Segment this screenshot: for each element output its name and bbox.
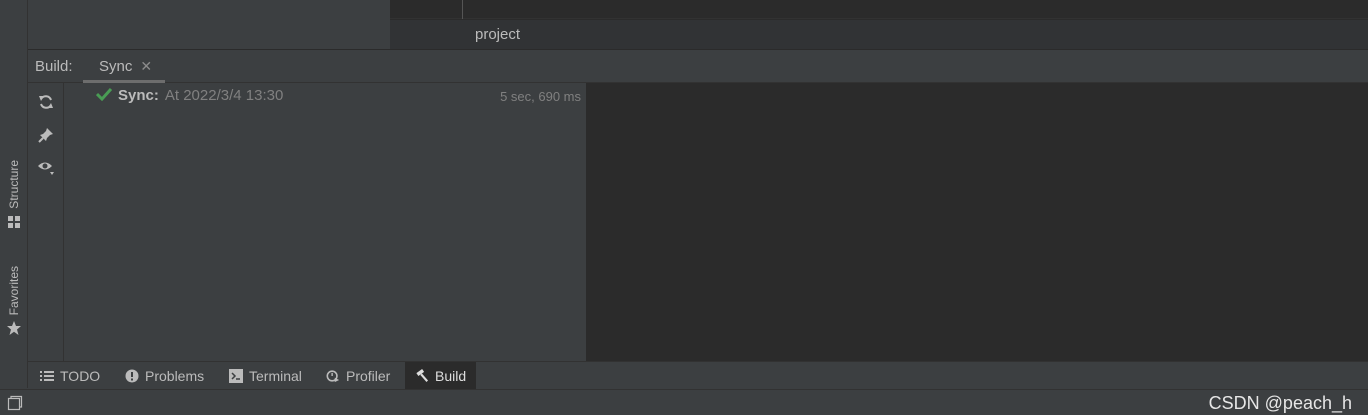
list-item[interactable]: Sync: At 2022/3/4 13:30 — [95, 87, 284, 104]
sync-node-name: Sync: — [118, 87, 159, 104]
tab-sync-label: Sync — [99, 58, 133, 75]
sync-node-timestamp: At 2022/3/4 13:30 — [164, 87, 284, 104]
tab-build-label: Build — [435, 368, 467, 384]
build-window-title: Build: — [35, 58, 73, 75]
tab-build[interactable]: Build — [405, 362, 477, 390]
terminal-icon — [229, 369, 243, 383]
tab-profiler-label: Profiler — [346, 368, 391, 384]
tab-problems[interactable]: Problems — [115, 362, 214, 390]
tab-terminal-label: Terminal — [249, 368, 302, 384]
tab-terminal[interactable]: Terminal — [219, 362, 312, 390]
build-tree: Sync: At 2022/3/4 13:30 5 sec, 690 ms — [64, 83, 586, 361]
structure-icon — [7, 215, 21, 229]
left-tool-strip: Structure Favorites — [0, 0, 28, 388]
tab-profiler[interactable]: Profiler — [316, 362, 400, 390]
close-icon[interactable]: ✕ — [140, 58, 152, 74]
tab-problems-label: Problems — [145, 368, 205, 384]
pin-icon[interactable] — [36, 125, 56, 145]
profiler-icon — [326, 369, 340, 383]
editor-gutter-divider — [462, 0, 463, 19]
structure-tab-label: Structure — [7, 160, 21, 209]
breadcrumb-project[interactable]: project — [475, 26, 520, 43]
build-toolbar — [28, 83, 64, 361]
info-icon — [125, 369, 139, 383]
breadcrumb-bar: project — [390, 19, 1368, 49]
tab-sync[interactable]: Sync ✕ — [83, 50, 168, 83]
checkmark-icon — [95, 87, 113, 104]
sync-duration: 5 sec, 690 ms — [500, 89, 581, 104]
star-icon — [7, 321, 21, 336]
editor-area: project — [28, 0, 1368, 50]
build-window-header: Build: Sync ✕ — [28, 50, 1368, 83]
watermark: CSDN @peach_h — [1208, 393, 1352, 413]
tool-window-toggle-icon[interactable] — [7, 395, 23, 411]
structure-tool-tab[interactable]: Structure — [0, 160, 28, 229]
tab-todo[interactable]: TODO — [30, 362, 110, 390]
hammer-icon — [415, 369, 429, 383]
favorites-tool-tab[interactable]: Favorites — [0, 266, 28, 336]
tab-todo-label: TODO — [60, 368, 101, 384]
editor-content[interactable] — [390, 0, 1368, 19]
build-console-output[interactable] — [586, 83, 1368, 361]
sync-icon[interactable] — [36, 92, 56, 112]
bottom-tool-tabs: TODO Problems Terminal Profiler Build — [28, 361, 1368, 390]
list-icon — [40, 369, 54, 383]
eye-icon[interactable] — [36, 158, 56, 178]
status-bar: CSDN @peach_h — [0, 389, 1368, 415]
favorites-tab-label: Favorites — [7, 266, 21, 316]
